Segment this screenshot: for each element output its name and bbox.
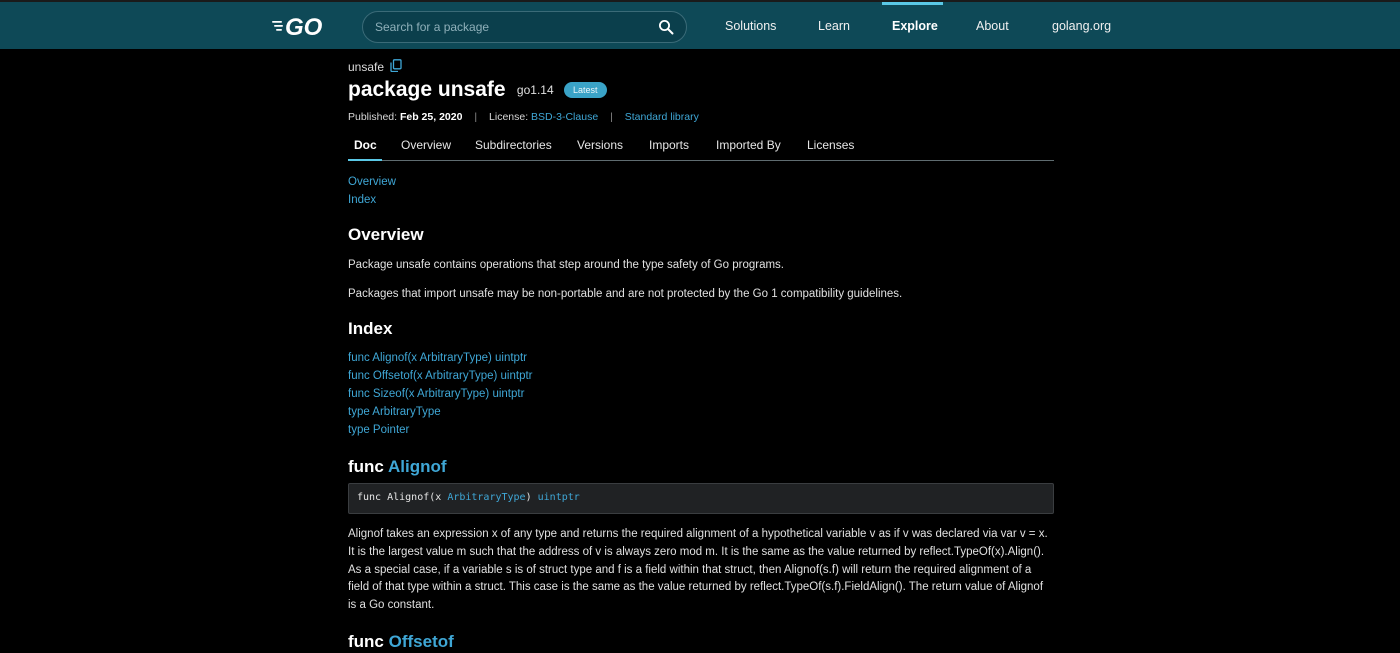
- published-date: Feb 25, 2020: [399, 111, 463, 123]
- package-meta: Published: Feb 25, 2020 | License: BSD-3…: [348, 111, 699, 123]
- index-item[interactable]: func Alignof(x ArbitraryType) uintptr: [348, 352, 527, 364]
- svg-text:GO: GO: [285, 14, 323, 39]
- alignof-description: Alignof takes an expression x of any typ…: [348, 528, 1048, 612]
- offsetof-heading: func Offsetof: [348, 632, 454, 652]
- offsetof-anchor-link[interactable]: Offsetof: [389, 632, 454, 651]
- uintptr-link[interactable]: uintptr: [538, 492, 580, 503]
- nav-about[interactable]: About: [976, 19, 1009, 33]
- license-label: License:: [489, 111, 529, 123]
- toc-overview-link[interactable]: Overview: [348, 176, 396, 188]
- nav-golang-org[interactable]: golang.org: [1052, 19, 1111, 33]
- license-link[interactable]: BSD-3-Clause: [531, 111, 598, 123]
- signature-mid: ): [525, 492, 538, 503]
- copy-icon[interactable]: [390, 59, 402, 72]
- tab-overview[interactable]: Overview: [401, 138, 451, 152]
- tab-imports[interactable]: Imports: [649, 138, 689, 152]
- breadcrumb: unsafe: [348, 59, 402, 74]
- arbitrary-type-link[interactable]: ArbitraryType: [447, 492, 525, 503]
- tab-imported-by[interactable]: Imported By: [716, 138, 781, 152]
- func-keyword: func: [348, 457, 384, 476]
- search-box[interactable]: [362, 11, 687, 43]
- title-row: package unsafe go1.14 Latest: [348, 78, 607, 102]
- top-header: GO Solutions Learn Explore About golang.…: [0, 0, 1400, 49]
- meta-separator: |: [474, 111, 478, 123]
- alignof-signature: func Alignof(x ArbitraryType) uintptr: [348, 483, 1054, 514]
- index-item[interactable]: type ArbitraryType: [348, 406, 441, 418]
- alignof-anchor-link[interactable]: Alignof: [388, 457, 447, 476]
- go-logo[interactable]: GO: [272, 13, 334, 39]
- nav-active-indicator: [882, 2, 943, 5]
- alignof-heading: func Alignof: [348, 457, 447, 477]
- tab-doc[interactable]: Doc: [354, 138, 377, 152]
- index-item[interactable]: type Pointer: [348, 424, 409, 436]
- overview-paragraph: Packages that import unsafe may be non-p…: [348, 288, 903, 300]
- nav-solutions[interactable]: Solutions: [725, 19, 776, 33]
- toc-index-link[interactable]: Index: [348, 194, 376, 206]
- search-icon[interactable]: [658, 19, 674, 35]
- index-item[interactable]: func Sizeof(x ArbitraryType) uintptr: [348, 388, 524, 400]
- tab-active-indicator: [348, 159, 382, 161]
- overview-heading: Overview: [348, 225, 424, 244]
- tab-subdirectories[interactable]: Subdirectories: [475, 138, 552, 152]
- index-item[interactable]: func Offsetof(x ArbitraryType) uintptr: [348, 370, 533, 382]
- package-tabs: Doc Overview Subdirectories Versions Imp…: [348, 137, 1054, 161]
- latest-badge[interactable]: Latest: [563, 82, 607, 98]
- meta-separator: |: [610, 111, 613, 123]
- standard-library-link[interactable]: Standard library: [625, 111, 699, 123]
- nav-learn[interactable]: Learn: [818, 19, 850, 33]
- page-title: package unsafe: [348, 78, 506, 101]
- tab-versions[interactable]: Versions: [577, 138, 623, 152]
- published-label: Published:: [348, 111, 398, 123]
- func-keyword: func: [348, 632, 384, 651]
- signature-prefix: func Alignof(x: [357, 492, 448, 503]
- go-version: go1.14: [516, 83, 554, 97]
- breadcrumb-package: unsafe: [348, 60, 385, 74]
- overview-paragraph: Package unsafe contains operations that …: [348, 259, 784, 271]
- nav-explore[interactable]: Explore: [892, 19, 938, 33]
- index-heading: Index: [348, 319, 393, 338]
- tab-licenses[interactable]: Licenses: [807, 138, 854, 152]
- search-input[interactable]: [375, 12, 645, 42]
